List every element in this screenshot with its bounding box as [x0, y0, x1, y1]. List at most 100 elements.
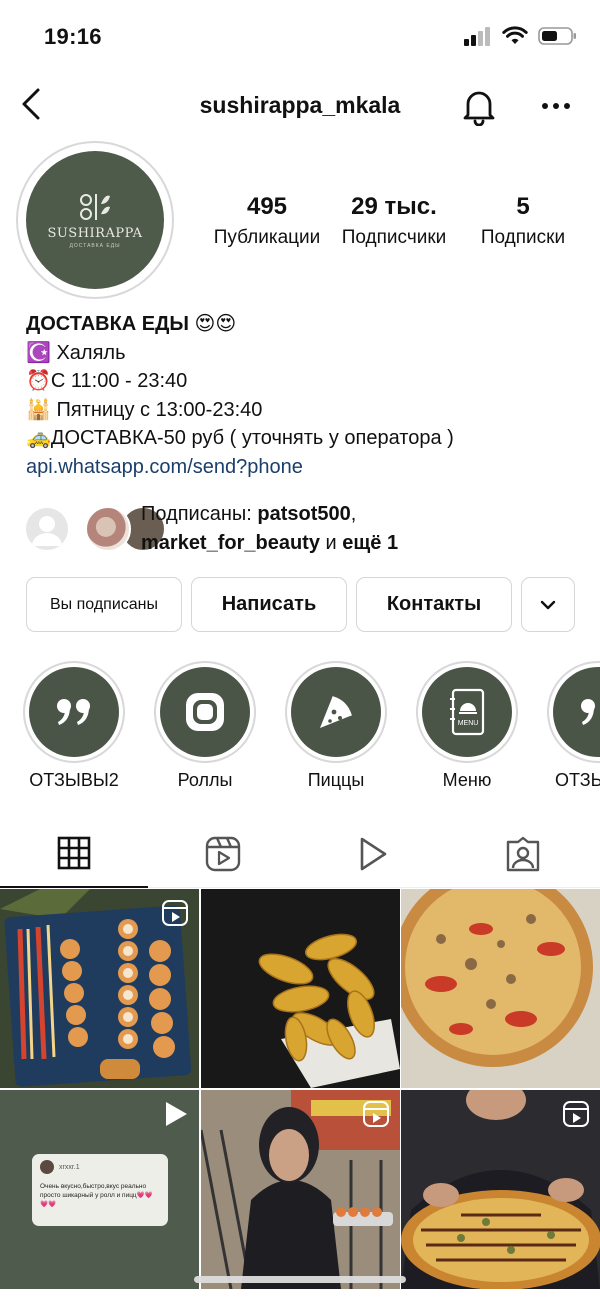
bio-line-hours: ⏰С 11:00 - 23:40 [26, 370, 188, 392]
fork-leaf-logo-icon [80, 193, 110, 220]
highlight-label: Роллы [177, 770, 233, 790]
post-thumbnail[interactable] [401, 1090, 600, 1289]
stat-following-count: 5 [516, 193, 530, 220]
highlight-pizza[interactable]: Пиццы [285, 661, 387, 791]
svg-text:MENU: MENU [458, 720, 479, 727]
contacts-button[interactable]: Контакты [356, 577, 512, 632]
quote-icon [581, 699, 595, 725]
chevron-down-icon [540, 600, 556, 609]
stat-followers-count: 29 тыс. [351, 193, 437, 220]
follower-avatar-1 [24, 506, 70, 552]
grid-icon [57, 836, 91, 870]
bio-line-friday: 🕌 Пятницу с 13:00-23:40 [26, 398, 263, 421]
highlight-cover [29, 667, 119, 757]
highlight-ring [547, 661, 600, 763]
avatar-logo: SUSHIRAPPA ДОСТАВКА ЕДЫ [26, 151, 164, 289]
posts-grid: xrxxr.1 Очень вкусно,быстро,вкус реально… [0, 889, 600, 1298]
highlight-ring [285, 661, 387, 763]
followed-by-more[interactable]: ещё 1 [342, 532, 398, 554]
following-button[interactable]: Вы подписаны [26, 577, 182, 632]
highlight-ring [154, 661, 256, 763]
pizza-slice-icon [320, 696, 352, 728]
pizza-image [401, 889, 600, 1088]
review-text: Очень вкусно,быстро,вкус реально просто … [40, 1183, 153, 1208]
wifi-icon [502, 26, 528, 44]
highlight-cover [160, 667, 250, 757]
bio-line-delivery: 🚕ДОСТАВКА-50 руб ( уточнять у оператора … [26, 427, 454, 449]
roll-icon [186, 693, 224, 731]
highlight-reviews[interactable]: ОТЗЫВЫ2 [23, 661, 125, 791]
stat-posts-count: 495 [246, 193, 288, 220]
highlight-label: Меню [442, 770, 492, 790]
post-thumbnail[interactable] [401, 889, 600, 1088]
post-thumbnail[interactable] [201, 889, 400, 1088]
post-thumbnail[interactable] [0, 889, 199, 1088]
followed-by-and: и [319, 532, 343, 554]
stat-following-label: Подписки [480, 227, 566, 248]
post-thumbnail[interactable]: xrxxr.1 Очень вкусно,быстро,вкус реально… [0, 1090, 199, 1289]
profile-avatar[interactable]: SUSHIRAPPA ДОСТАВКА ЕДЫ [16, 141, 174, 299]
followed-by-prefix: Подписаны: [141, 503, 258, 525]
status-bar: 19:16 [0, 0, 600, 70]
battery-icon [538, 27, 576, 45]
default-user-icon [32, 516, 62, 546]
highlight-label: Пиццы [307, 770, 365, 790]
status-icons [464, 26, 578, 46]
reel-badge-icon [362, 1100, 390, 1133]
highlight-menu[interactable]: MENU Меню [416, 661, 518, 791]
message-button[interactable]: Написать [191, 577, 347, 632]
bio-link[interactable]: api.whatsapp.com/send?phone [26, 453, 586, 482]
profile-bio: ДОСТАВКА ЕДЫ 😍😍 ☪️ Халяль ⏰С 11:00 - 23:… [26, 310, 586, 481]
highlight-cover [291, 667, 381, 757]
tab-grid[interactable] [0, 820, 148, 888]
profile-username: sushirappa_mkala [199, 92, 401, 118]
tab-tagged[interactable] [449, 820, 597, 888]
review-card: xrxxr.1 Очень вкусно,быстро,вкус реально… [32, 1154, 168, 1226]
signal-icon [464, 27, 490, 46]
highlight-label: ОТЗЫВЫ2 [29, 770, 119, 790]
more-dots-icon [542, 103, 570, 109]
follower-avatar-2 [85, 506, 131, 552]
highlight-ring: MENU [416, 661, 518, 763]
tab-reels[interactable] [149, 820, 297, 888]
avatar-brand-text: SUSHIRAPPA [47, 225, 143, 241]
highlight-reviews-2[interactable]: ОТЗЫ [547, 661, 600, 791]
stat-posts[interactable]: 495 Публикации [200, 193, 334, 249]
tab-videos[interactable] [299, 820, 447, 888]
bio-title: ДОСТАВКА ЕДЫ 😍😍 [26, 313, 237, 335]
potato-wedges-image [201, 889, 400, 1088]
highlight-cover: MENU [422, 667, 512, 757]
profile-header: sushirappa_mkala [0, 76, 600, 136]
menu-book-icon: MENU [450, 688, 485, 736]
stat-followers-label: Подписчики [341, 227, 447, 248]
follower-name-1[interactable]: patsot500 [257, 503, 350, 525]
highlight-ring [23, 661, 125, 763]
bell-icon [463, 91, 495, 127]
reel-badge-icon [562, 1100, 590, 1133]
profile-tabs [0, 820, 600, 888]
highlight-cover [553, 667, 600, 757]
play-badge-icon [163, 1100, 189, 1133]
followed-by-comma: , [350, 503, 357, 525]
highlight-label: ОТЗЫ [555, 770, 600, 790]
play-icon [360, 837, 387, 871]
follower-name-2[interactable]: market_for_beauty [141, 532, 320, 554]
review-username: xrxxr.1 [59, 1163, 80, 1171]
home-indicator[interactable] [194, 1276, 406, 1283]
status-time: 19:16 [44, 24, 102, 49]
stat-posts-label: Публикации [213, 227, 321, 248]
reel-badge-icon [161, 899, 189, 932]
followed-by[interactable]: Подписаны: patsot500, market_for_beauty … [24, 500, 584, 560]
review-avatar [40, 1160, 54, 1174]
stat-followers[interactable]: 29 тыс. Подписчики [336, 193, 452, 249]
quote-icon [57, 699, 90, 725]
followed-by-text: Подписаны: patsot500, market_for_beauty … [141, 500, 398, 558]
stat-following[interactable]: 5 Подписки [466, 193, 580, 249]
reels-icon [205, 836, 241, 872]
more-options-button[interactable] [540, 90, 572, 122]
suggested-accounts-button[interactable] [521, 577, 575, 632]
notifications-button[interactable] [460, 86, 498, 127]
highlight-rolls[interactable]: Роллы [154, 661, 256, 791]
post-thumbnail[interactable] [201, 1090, 400, 1289]
avatar-sub-text: ДОСТАВКА ЕДЫ [69, 242, 121, 249]
